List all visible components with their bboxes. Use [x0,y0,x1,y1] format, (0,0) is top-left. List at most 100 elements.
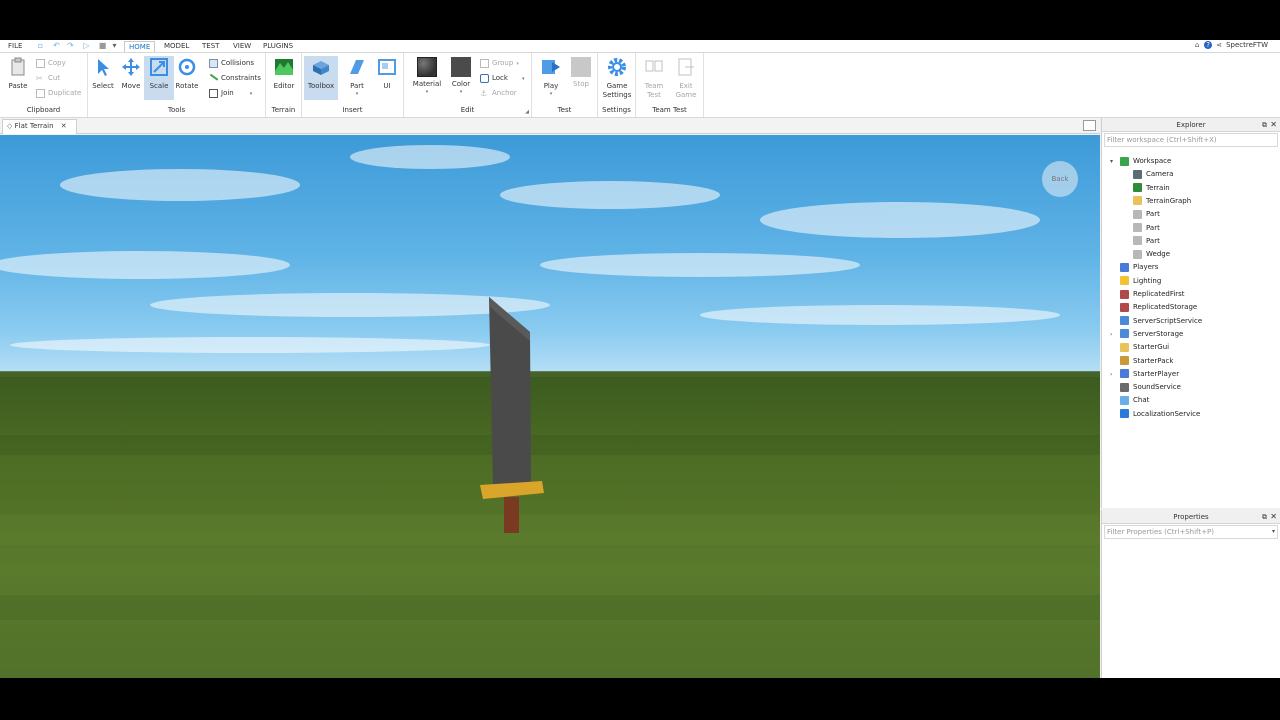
collapse-arrow-icon[interactable]: › [1110,368,1112,381]
properties-panel: Properties ⧉ ✕ Filter Properties (Ctrl+S… [1101,510,1280,678]
gear-icon [608,58,626,76]
explorer-item[interactable]: StarterPack [1120,355,1173,368]
lock-dropdown-icon[interactable]: ▾ [522,76,525,82]
exit-game-button[interactable]: Exit Game [671,56,701,100]
undo-icon[interactable]: ↶ [52,41,61,50]
group-button[interactable]: Group ▾ [480,57,519,70]
menu-file[interactable]: FILE [4,41,26,52]
share-icon[interactable]: ⋖ [1215,41,1223,49]
join-dropdown-icon[interactable]: ▾ [250,91,253,97]
stop-button[interactable]: Stop [566,56,596,100]
play-quick-icon[interactable]: ▷ [82,41,91,50]
new-file-icon[interactable]: ▫ [36,41,45,50]
chat-icon [1120,395,1129,405]
duplicate-label: Duplicate [48,89,82,97]
explorer-item[interactable]: › ServerStorage [1110,328,1183,341]
material-button[interactable]: Material ▾ [412,56,442,100]
back-button[interactable]: Back [1042,161,1078,197]
redo-icon[interactable]: ↷ [66,41,75,50]
collisions-toggle[interactable]: Collisions [209,57,254,70]
select-tool-button[interactable]: Select [88,56,118,100]
menu-home[interactable]: HOME [124,41,156,52]
scale-tool-button[interactable]: Scale [144,56,174,100]
explorer-item[interactable]: ServerScriptService [1120,315,1202,328]
menu-plugins[interactable]: PLUGINS [259,41,297,52]
play-dropdown-icon[interactable]: ▾ [536,91,566,97]
close-icon[interactable]: ✕ [1270,118,1277,132]
group-dropdown-icon[interactable]: ▾ [516,61,519,67]
explorer-item[interactable]: SoundService [1120,381,1181,394]
menu-test[interactable]: TEST [198,41,223,52]
copy-label: Copy [48,59,66,67]
explorer-item[interactable]: Chat [1120,394,1149,407]
constraints-toggle[interactable]: Constraints [208,72,261,85]
toolbox-button[interactable]: Toolbox [304,56,338,100]
close-icon[interactable]: ✕ [1270,510,1277,524]
explorer-item[interactable]: ReplicatedStorage [1120,301,1197,314]
username[interactable]: SpectreFTW [1226,41,1268,49]
explorer-item[interactable]: Players [1120,261,1158,274]
expand-arrow-icon[interactable]: ▾ [1110,155,1113,168]
explorer-item[interactable]: Part [1133,208,1160,221]
customize-dropdown-icon[interactable]: ▾ [110,41,119,50]
3d-viewport[interactable]: Back [0,135,1100,678]
collapse-arrow-icon[interactable]: › [1110,328,1112,341]
explorer-item[interactable]: LocalizationService [1120,408,1200,421]
game-settings-button[interactable]: Game Settings [602,56,632,100]
team-test-button[interactable]: Team Test [639,56,669,100]
workspace-icon [1120,156,1129,166]
explorer-filter-input[interactable]: Filter workspace (Ctrl+Shift+X) [1104,133,1278,147]
tab-flat-terrain[interactable]: ◇ Flat Terrain ✕ [2,119,77,134]
copy-button[interactable]: Copy [36,57,66,70]
test-group: Play ▾ Stop Test [532,53,598,117]
explorer-item[interactable]: TerrainGraph [1133,195,1191,208]
help-icon[interactable]: ? [1204,41,1213,49]
explorer-item-label: Camera [1146,170,1174,179]
part-button[interactable]: Part ▾ [342,56,372,100]
cut-button[interactable]: ✂ Cut [36,72,60,85]
explorer-item-label: Players [1133,263,1159,272]
rotate-label: Rotate [175,82,199,90]
join-toggle[interactable]: Join ▾ [209,87,252,100]
play-button[interactable]: Play ▾ [536,56,566,100]
duplicate-button[interactable]: Duplicate [36,87,81,100]
part-icon [1133,209,1142,219]
explorer-item-label: StarterPlayer [1133,369,1180,378]
sword-handle [504,497,519,533]
ui-button[interactable]: UI [372,56,402,100]
edit-launcher-icon[interactable]: ◢ [525,109,529,115]
sword-model[interactable] [480,297,544,533]
explorer-item[interactable]: Part [1133,222,1160,235]
material-dropdown-icon[interactable]: ▾ [412,89,442,95]
constraints-label: Constraints [221,74,261,82]
undock-icon[interactable]: ⧉ [1262,118,1267,132]
menu-model[interactable]: MODEL [160,41,193,52]
explorer-item[interactable]: Terrain [1133,182,1170,195]
explorer-item[interactable]: Wedge [1133,248,1170,261]
explorer-item-label: LocalizationService [1133,409,1201,418]
tab-close-icon[interactable]: ✕ [61,122,67,130]
paste-button[interactable]: Paste [3,56,33,100]
viewport-layout-icon[interactable] [1083,120,1096,131]
explorer-item[interactable]: › StarterPlayer [1110,368,1180,381]
explorer-item[interactable]: ▾ Workspace [1110,155,1171,168]
explorer-item[interactable]: Lighting [1120,275,1161,288]
explorer-item[interactable]: ReplicatedFirst [1120,288,1185,301]
menu-view[interactable]: VIEW [229,41,255,52]
properties-filter-input[interactable]: Filter Properties (Ctrl+Shift+P) ▾ [1104,525,1278,539]
anchor-button[interactable]: ⚓ Anchor [480,87,517,100]
home-icon[interactable]: ⌂ [1193,41,1201,49]
move-tool-button[interactable]: Move [116,56,146,100]
part-dropdown-icon[interactable]: ▾ [342,91,372,97]
explorer-item[interactable]: StarterGui [1120,341,1169,354]
rotate-tool-button[interactable]: Rotate [172,56,202,100]
chevron-down-icon[interactable]: ▾ [1272,526,1275,538]
color-button[interactable]: Color ▾ [446,56,476,100]
explorer-item[interactable]: Part [1133,235,1160,248]
undock-icon[interactable]: ⧉ [1262,510,1267,524]
explorer-item[interactable]: Camera [1133,168,1173,181]
color-dropdown-icon[interactable]: ▾ [446,89,476,95]
terrain-editor-button[interactable]: Editor [269,56,299,100]
lock-button[interactable]: Lock ▾ [480,72,524,85]
stop-quick-icon[interactable]: ■ [98,41,107,50]
